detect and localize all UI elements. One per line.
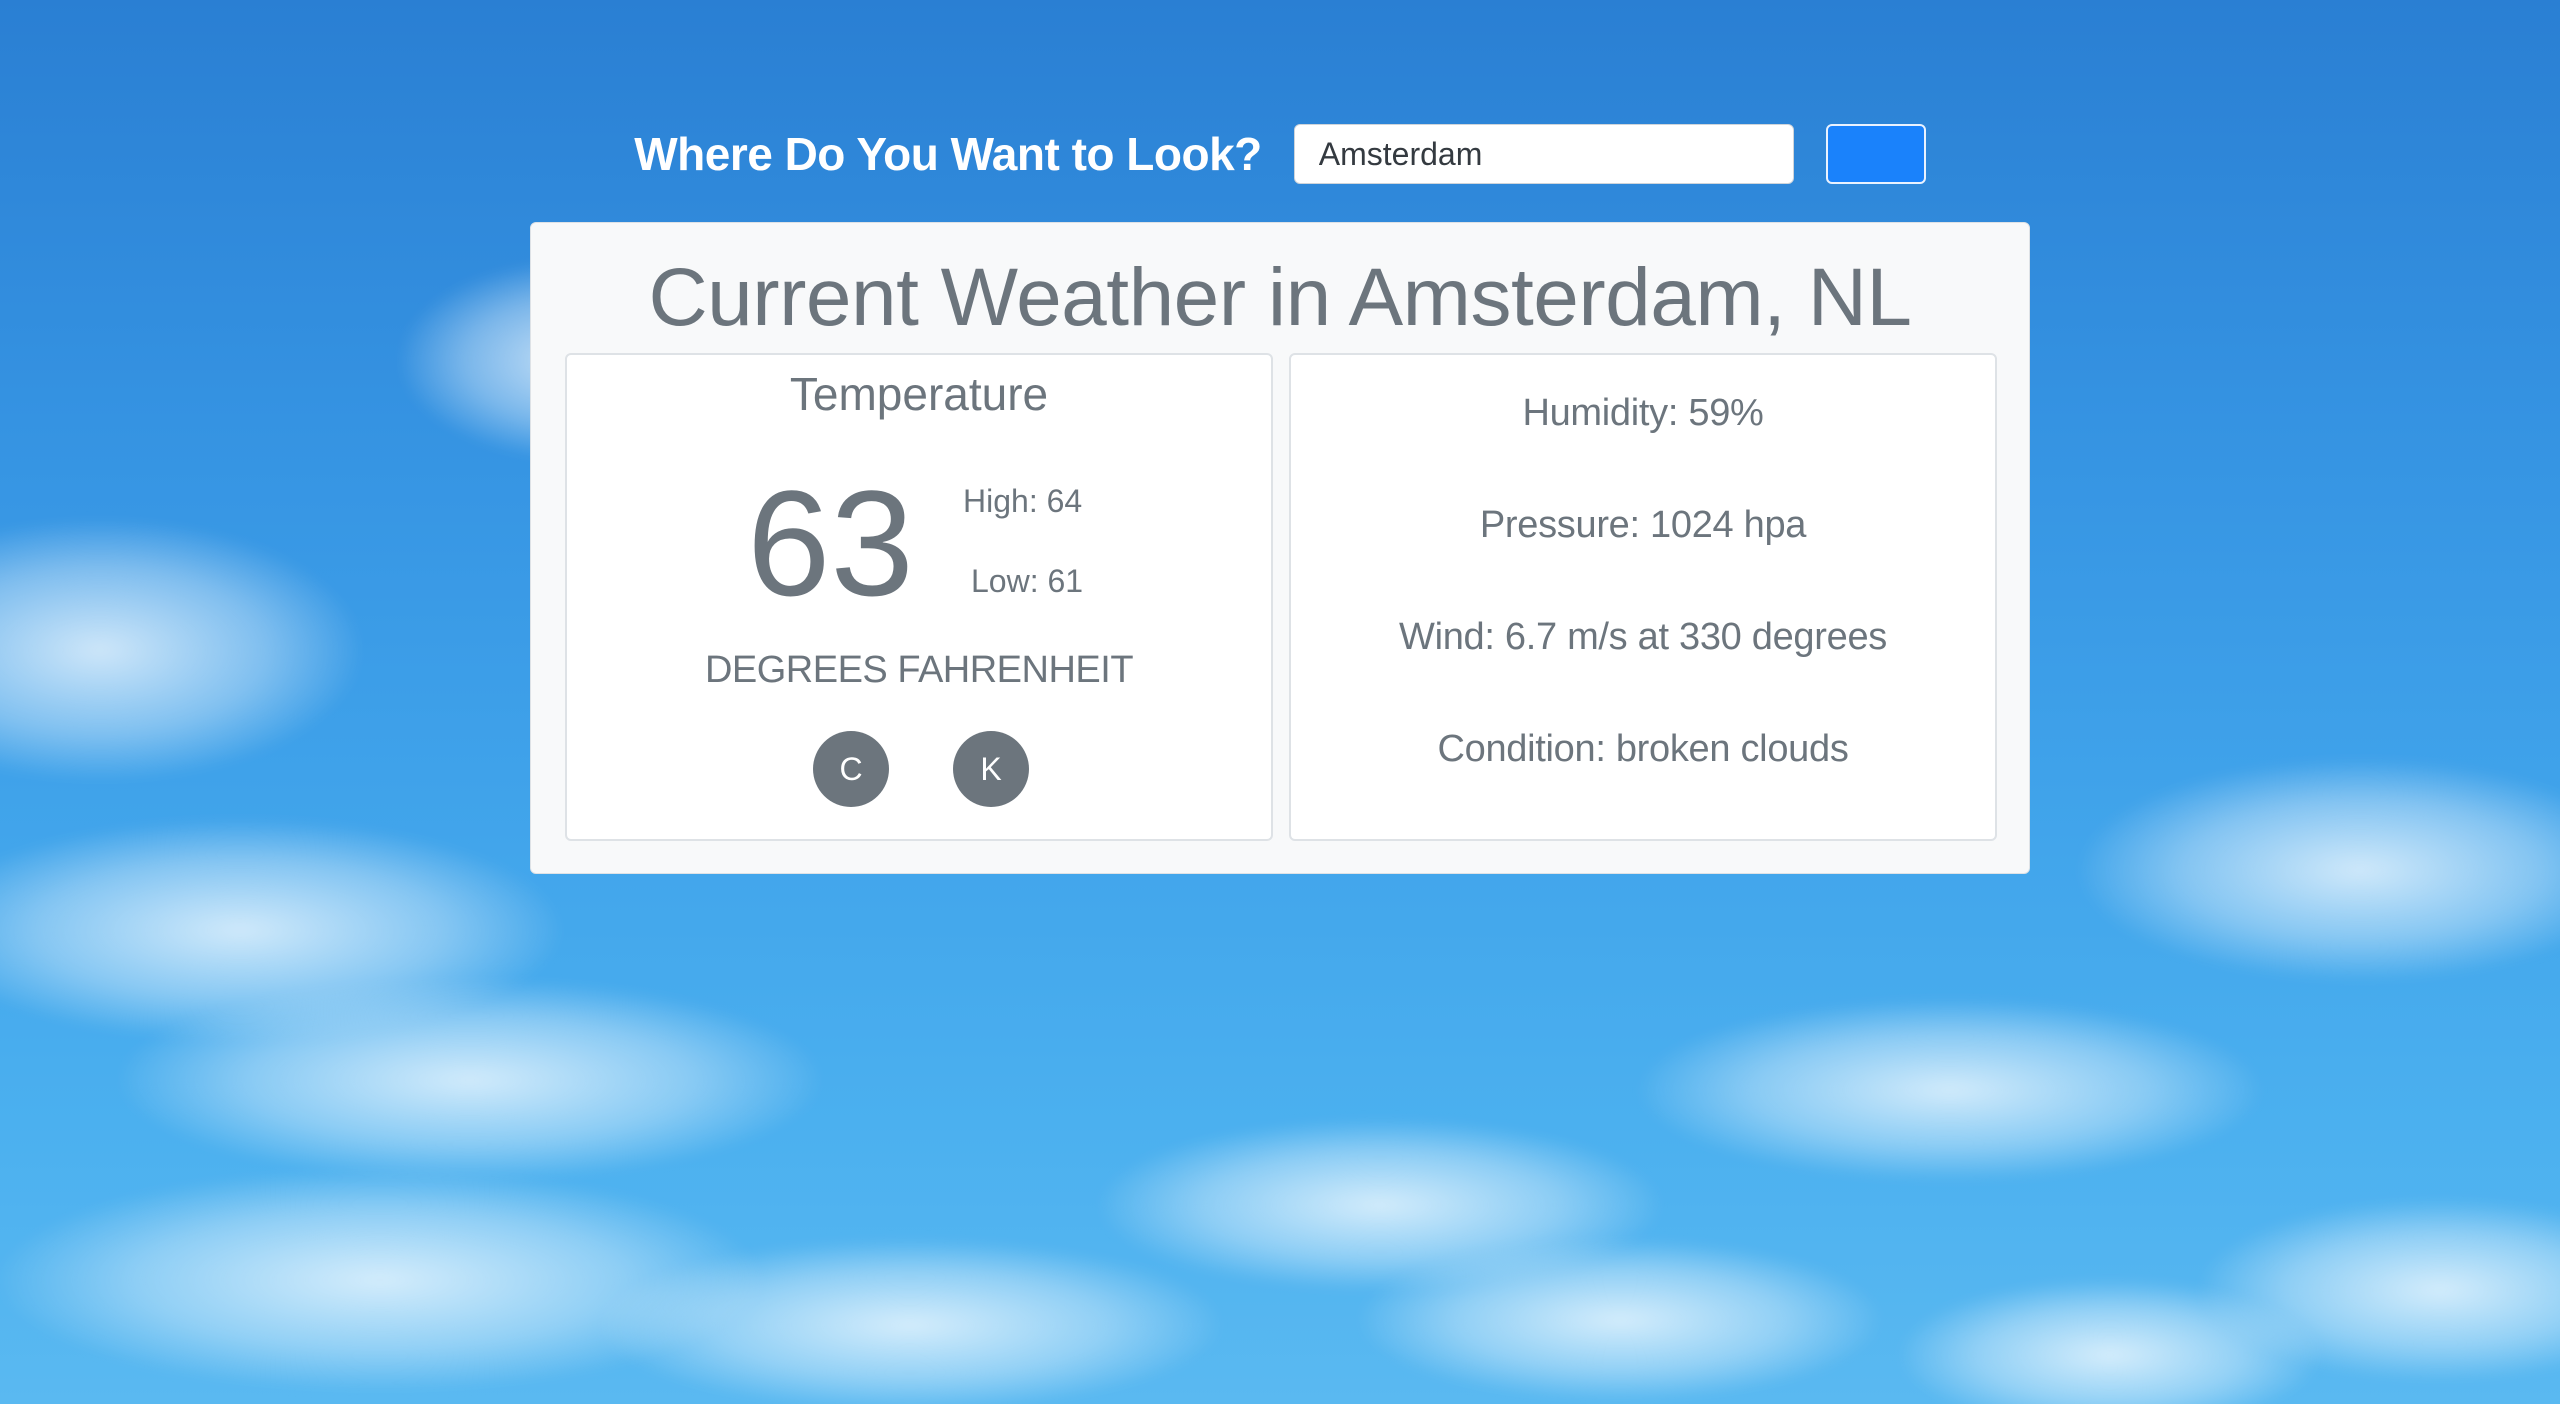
weather-title: Current Weather in Amsterdam, NL <box>648 252 1912 343</box>
weather-card: Current Weather in Amsterdam, NL Tempera… <box>530 222 2030 874</box>
search-button[interactable] <box>1825 124 1926 184</box>
temperature-value: 63 <box>747 459 914 627</box>
search-label: Where Do You Want to Look? <box>634 128 1262 180</box>
temperature-unit-label: DEGREES FAHRENHEIT <box>704 649 1134 691</box>
kelvin-button[interactable]: K <box>953 731 1029 807</box>
location-input[interactable] <box>1293 124 1794 184</box>
humidity-stat: Humidity: 59% <box>1522 392 1764 434</box>
temperature-low: Low: 61 <box>971 563 1084 599</box>
temperature-high: High: 64 <box>963 483 1083 519</box>
temperature-panel: Temperature 63 High: 64 Low: 61 DEGREES … <box>565 353 1273 841</box>
temperature-heading: Temperature <box>789 368 1049 420</box>
celsius-button[interactable]: C <box>813 731 889 807</box>
pressure-stat: Pressure: 1024 hpa <box>1479 504 1807 546</box>
conditions-list: Humidity: 59% Pressure: 1024 hpa Wind: 6… <box>1291 383 1995 831</box>
condition-stat: Condition: broken clouds <box>1437 728 1849 770</box>
conditions-panel: Humidity: 59% Pressure: 1024 hpa Wind: 6… <box>1289 353 1997 841</box>
search-bar: Where Do You Want to Look? <box>0 124 2560 184</box>
wind-stat: Wind: 6.7 m/s at 330 degrees <box>1399 616 1887 658</box>
